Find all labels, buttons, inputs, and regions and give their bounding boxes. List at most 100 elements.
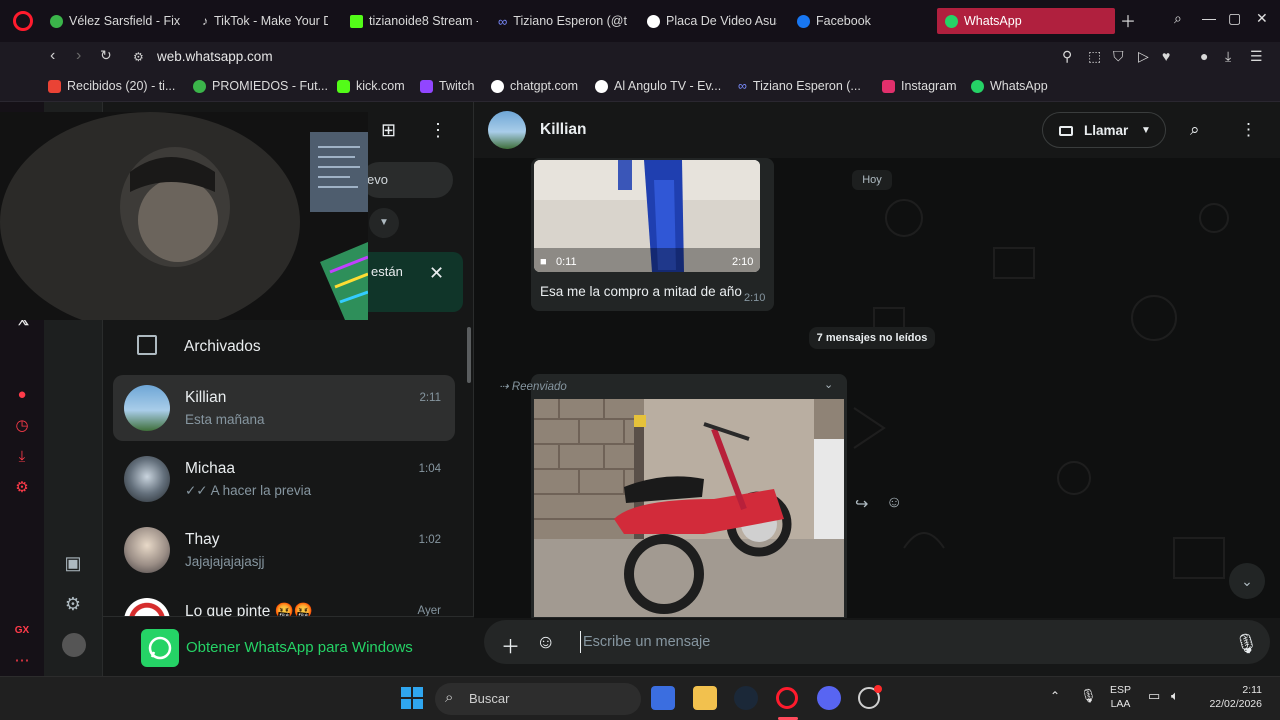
chat-item-lo-que-pinte[interactable]: Lo que pinte 🤬🤬 Ayer xyxy=(113,588,455,616)
composer-box: ＋ ☺ 🎙︎ xyxy=(484,620,1270,664)
snapshot-icon[interactable]: ⬚ xyxy=(1088,48,1101,65)
bookmark-alangulo[interactable]: Al Angulo TV - Ev... xyxy=(595,79,721,93)
menu-dots-icon[interactable]: ⋮ xyxy=(429,120,447,141)
search-icon[interactable]: ⌕ xyxy=(1190,120,1200,140)
discord-icon[interactable] xyxy=(817,686,841,710)
video-thumbnail[interactable]: ■ 0:11 2:10 xyxy=(534,160,760,272)
windows-start-icon[interactable] xyxy=(400,686,424,710)
bookmark-label: Al Angulo TV - Ev... xyxy=(614,79,722,93)
chat-item-killian[interactable]: Killian Esta mañana 2:11 xyxy=(113,375,455,441)
menu-dots-icon[interactable]: ⋮ xyxy=(1240,120,1257,140)
profile-avatar[interactable] xyxy=(62,633,86,657)
bookmark-twitch[interactable]: Twitch xyxy=(420,79,474,93)
bookmark-threads[interactable]: ∞ Tiziano Esperon (... xyxy=(738,79,861,93)
chat-preview: Jajajajajajasjj xyxy=(185,554,265,569)
opera-logo-icon[interactable] xyxy=(13,11,33,31)
sticker-icon[interactable]: ☺ xyxy=(536,632,555,654)
site-info-icon[interactable]: ⚙ xyxy=(133,50,144,64)
bookmark-instagram[interactable]: Instagram xyxy=(882,79,957,93)
shield-icon[interactable]: ⛉ xyxy=(1113,48,1124,65)
meta-infinity-icon: ∞ xyxy=(738,79,747,93)
message-time: 2:10 xyxy=(744,292,766,304)
pin-icon[interactable]: ⚲ xyxy=(1062,48,1072,65)
settings-icon[interactable]: ⚙ xyxy=(13,479,31,497)
message-input[interactable] xyxy=(580,631,1180,653)
tab-whatsapp-active[interactable]: WhatsApp xyxy=(937,8,1115,34)
forward-icon[interactable]: › xyxy=(76,47,81,65)
new-chat-filter-button[interactable]: evo xyxy=(361,162,453,198)
microphone-icon[interactable]: 🎙︎ xyxy=(1234,632,1258,656)
reload-icon[interactable]: ↻ xyxy=(100,47,112,64)
archived-row[interactable]: Archivados xyxy=(103,327,474,365)
send-icon[interactable]: ▷ xyxy=(1138,48,1149,65)
maximize-icon[interactable]: ▢ xyxy=(1228,10,1241,27)
store-icon[interactable] xyxy=(651,686,675,710)
bookmark-chatgpt[interactable]: chatgpt.com xyxy=(491,79,578,93)
minimize-icon[interactable]: — xyxy=(1202,10,1216,26)
tab-velez[interactable]: Vélez Sarsfield - Fixt xyxy=(50,10,180,32)
language-code: ESP xyxy=(1110,684,1132,696)
bookmark-whatsapp[interactable]: WhatsApp xyxy=(971,79,1048,93)
photo-thumbnail[interactable] xyxy=(534,399,844,617)
chat-header: Killian Llamar ▼ ⌕ ⋮ xyxy=(474,102,1280,158)
new-tab-icon[interactable]: ＋ xyxy=(1120,8,1136,32)
forward-icon[interactable]: ↪ xyxy=(855,494,868,514)
new-chat-icon[interactable]: ⊞ xyxy=(381,120,396,141)
gx-icon[interactable]: GX xyxy=(13,622,31,640)
contact-avatar[interactable] xyxy=(488,111,526,149)
tab-threads[interactable]: ∞ Tiziano Esperon (@t xyxy=(498,10,628,32)
downloads-icon[interactable]: ⤓ xyxy=(13,448,31,466)
history-icon[interactable]: ◷ xyxy=(13,417,31,435)
close-icon[interactable]: ✕ xyxy=(429,263,444,284)
chat-item-thay[interactable]: Thay Jajajajajajasjj 1:02 xyxy=(113,517,455,583)
emoji-react-icon[interactable]: ☺ xyxy=(886,494,902,512)
media-gallery-icon[interactable]: ▣ xyxy=(62,552,84,574)
taskbar-search[interactable]: ⌕ Buscar xyxy=(435,683,641,715)
volume-icon[interactable]: 🔈︎ xyxy=(1171,689,1179,703)
chevron-down-icon[interactable]: ⌄ xyxy=(824,378,833,391)
clock-date: 22/02/2026 xyxy=(1209,698,1262,710)
easy-setup-icon[interactable]: ☰ xyxy=(1250,48,1263,65)
back-icon[interactable]: ‹ xyxy=(50,47,55,65)
tab-label: Facebook xyxy=(816,14,871,28)
settings-gear-icon[interactable]: ⚙ xyxy=(62,593,84,615)
attach-plus-icon[interactable]: ＋ xyxy=(501,632,520,659)
bookmark-promiedos[interactable]: PROMIEDOS - Fut... xyxy=(193,79,328,93)
file-explorer-icon[interactable] xyxy=(693,686,717,710)
bookmark-label: Twitch xyxy=(439,79,475,93)
get-whatsapp-windows[interactable]: Obtener WhatsApp para Windows xyxy=(103,616,474,676)
download-icon[interactable]: ⤓ xyxy=(1225,48,1231,65)
scroll-down-button[interactable]: ⌄ xyxy=(1229,563,1265,599)
tab-kick-stream[interactable]: tizianoide8 Stream - xyxy=(350,10,478,32)
call-button[interactable]: Llamar ▼ xyxy=(1042,112,1166,148)
tab-label: tizianoide8 Stream - xyxy=(369,14,478,28)
tab-label: WhatsApp xyxy=(964,14,1022,28)
chevron-down-icon[interactable]: ▼ xyxy=(369,208,399,238)
notice-text: están xyxy=(371,264,403,279)
tab-facebook[interactable]: Facebook xyxy=(797,10,907,32)
microphone-icon[interactable]: 🎙︎ xyxy=(1080,689,1097,703)
profile-icon[interactable]: ● xyxy=(1200,48,1208,64)
steam-icon[interactable] xyxy=(734,686,758,710)
more-icon[interactable]: ⋯ xyxy=(13,652,31,670)
opera-gx-icon[interactable] xyxy=(776,687,798,709)
soccer-ball-icon xyxy=(595,79,608,93)
tab-tiktok[interactable]: ♪ TikTok - Make Your D xyxy=(202,10,328,32)
kick-icon xyxy=(350,14,363,28)
heart-icon[interactable]: ♥ xyxy=(1162,48,1170,64)
bookmark-kick[interactable]: kick.com xyxy=(337,79,405,93)
tab-google[interactable]: Placa De Video Asus xyxy=(647,10,777,32)
close-window-icon[interactable]: ✕ xyxy=(1256,10,1268,27)
chat-list-scrollbar[interactable] xyxy=(467,327,471,383)
search-tabs-icon[interactable]: ⌕ xyxy=(1174,10,1182,27)
bookmark-gmail[interactable]: Recibidos (20) - ti... xyxy=(48,79,175,93)
chevron-up-icon[interactable]: ⌃ xyxy=(1050,689,1060,703)
chat-item-michaa[interactable]: Michaa ✓✓ A hacer la previa 1:04 xyxy=(113,446,455,512)
forwarded-label: ⇢ Reenviado xyxy=(499,381,567,393)
clock[interactable]: 2:11 22/02/2026 xyxy=(1200,683,1262,711)
contact-name[interactable]: Killian xyxy=(540,121,587,139)
spotify-icon[interactable]: ● xyxy=(13,386,31,404)
display-icon[interactable]: ▭ xyxy=(1148,689,1160,703)
language-indicator[interactable]: ESP LAA xyxy=(1110,683,1131,711)
url-text[interactable]: web.whatsapp.com xyxy=(157,49,273,64)
